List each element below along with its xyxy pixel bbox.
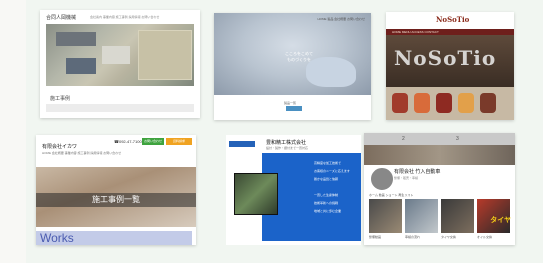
video-title[interactable]: 整備動画	[369, 235, 381, 240]
panel-text: 技術革新への挑戦	[314, 201, 339, 205]
avatar	[369, 166, 395, 192]
button-label: 製品一覧	[284, 101, 297, 105]
section-heading: 施工事例	[50, 96, 71, 102]
hero-copy-line: ものづくりを	[287, 57, 311, 62]
website-thumbnail-restaurant[interactable]: NoSoTio HOME MENU ACCESS CONTACT NoSoTio	[386, 12, 514, 120]
channel-thumbnail-takeiri[interactable]: 2 3 有限会社 竹入自動車 整備・販売・車検 ホーム 動画 ショート 再生リス…	[364, 133, 515, 245]
site-nav: HOME 製品 会社概要 お問い合わせ	[317, 17, 365, 21]
website-thumbnail-manufacturing[interactable]: HOME 製品 会社概要 お問い合わせ こころをこめて ものづくりを 製品一覧	[214, 13, 371, 120]
cta-button[interactable]	[286, 106, 302, 111]
company-subtitle: 設計・製作・据付まで一貫対応	[266, 146, 309, 150]
panel-text: 一貫した生産体制	[314, 193, 339, 197]
works-label: Works	[40, 231, 74, 245]
website-thumbnail-ikawa[interactable]: 有限会社イカワ ☎092-47-7100 お問い合わせ 資料請求 HOME 会社…	[36, 135, 196, 245]
food-photo-strip	[386, 87, 514, 120]
top-strip: 2 3	[364, 133, 515, 145]
company-name: 豊和精工株式会社	[266, 140, 307, 146]
channel-name: 有限会社 竹入自動車	[394, 169, 441, 175]
request-button[interactable]: 資料請求	[166, 138, 192, 145]
video-title[interactable]: オイル交換	[477, 235, 492, 240]
phone-number: ☎092-47-7100	[114, 139, 142, 144]
cover-banner	[364, 145, 515, 165]
circuit-board-image	[234, 173, 278, 215]
thumbnail-caption: タイヤ	[490, 217, 511, 224]
contact-button[interactable]: お問い合わせ	[142, 138, 164, 145]
channel-tabs[interactable]: ホーム 動画 ショート 再生リスト	[369, 193, 413, 198]
website-thumbnail-construction[interactable]: 合同人岡機械 会社案内 事業内容 施工事例 採用情報 お問い合わせ 施工事例	[40, 10, 200, 118]
footer-bar	[46, 104, 194, 112]
logo: NoSoTio	[436, 15, 470, 24]
channel-meta: 整備・販売・車検	[394, 176, 419, 180]
panel-text: 確かな品質と信頼	[314, 177, 339, 181]
hero-logo-text: NoSoTio	[394, 46, 497, 70]
site-nav: 会社案内 事業内容 施工事例 採用情報 お問い合わせ	[90, 15, 160, 19]
page-title: 施工事例一覧	[92, 195, 140, 204]
left-gutter	[0, 0, 26, 263]
website-thumbnail-precision[interactable]: 豊和精工株式会社 設計・製作・据付まで一貫対応 高精度な加工技術で お客様のニー…	[226, 135, 361, 245]
tag-badge	[229, 141, 255, 147]
panel-text: 地域と共に歩む企業	[314, 209, 342, 213]
hero-copy: こころをこめて ものづくりを	[269, 51, 329, 63]
panel-text: 高精度な加工技術で	[314, 161, 342, 165]
company-name: 有限会社イカワ	[42, 144, 78, 150]
site-nav: HOME 会社概要 事業内容 施工事例 採用情報 お問い合わせ	[42, 151, 122, 155]
panel-text: お客様のニーズに応えます	[314, 169, 350, 173]
strip-number: 3	[456, 136, 459, 142]
video-title[interactable]: 車検の流れ	[405, 235, 420, 240]
strip-number: 2	[402, 136, 405, 142]
aerial-photo	[46, 24, 194, 86]
video-title[interactable]: タイヤ交換	[441, 235, 456, 240]
site-title: 合同人岡機械	[46, 15, 77, 21]
